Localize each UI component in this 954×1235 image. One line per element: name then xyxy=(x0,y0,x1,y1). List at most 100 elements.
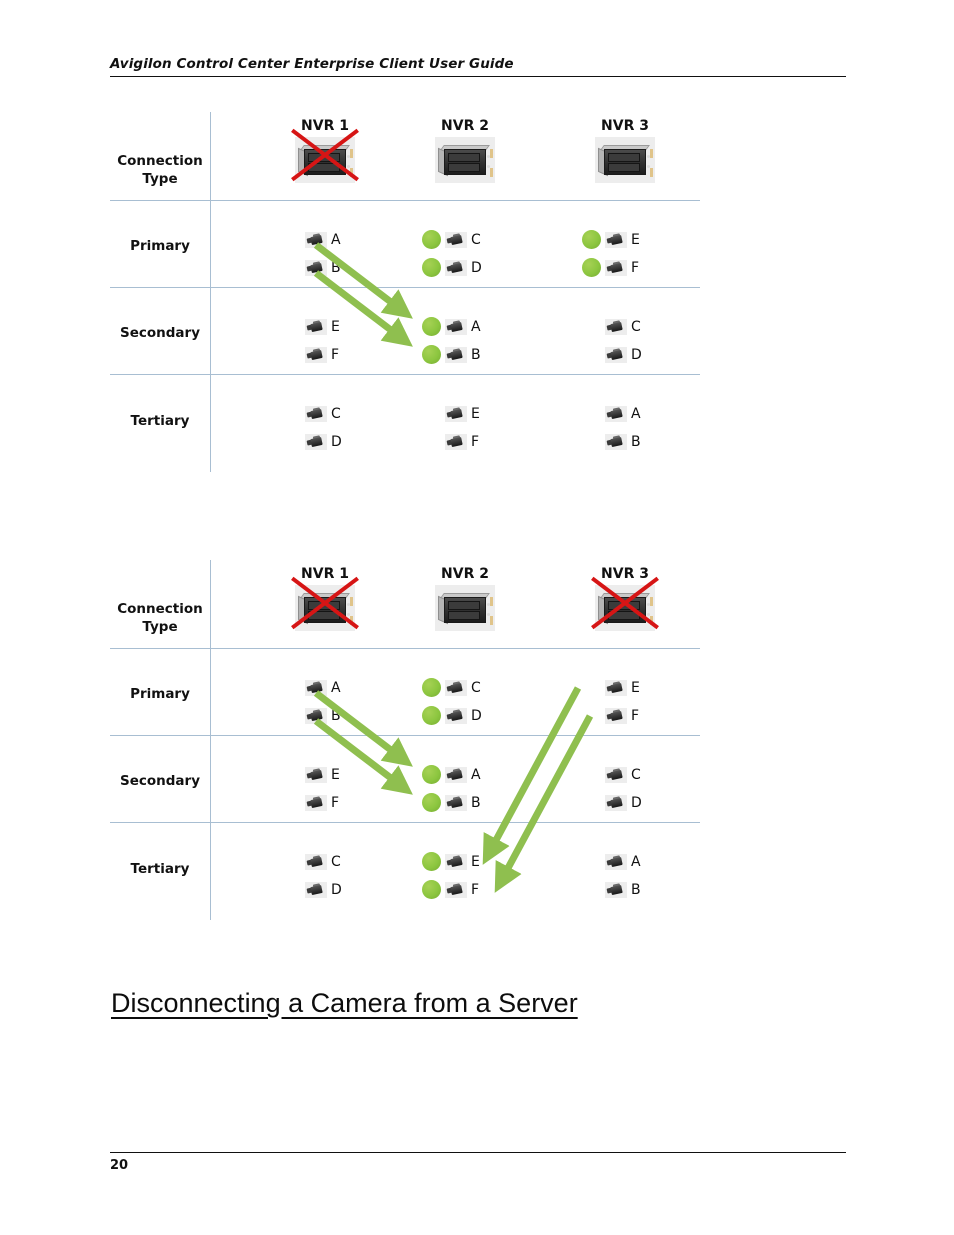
camera-entry[interactable]: C xyxy=(422,230,481,249)
server-cell-nvr-1[interactable]: NVR 1 xyxy=(250,566,400,636)
row-label-line1: Connection xyxy=(117,153,203,169)
camera-label: B xyxy=(331,259,341,276)
camera-icon xyxy=(305,853,327,870)
server-cell-nvr-1[interactable]: NVR 1 xyxy=(250,118,400,188)
camera-label: F xyxy=(631,259,640,276)
row-label-tertiary: Tertiary xyxy=(130,413,190,429)
server-icon xyxy=(295,585,355,631)
camera-entry[interactable]: A xyxy=(282,678,341,697)
server-image-wrapper xyxy=(595,137,655,183)
status-dot-connected xyxy=(422,230,441,249)
server-name-label: NVR 2 xyxy=(441,566,489,582)
camera-icon xyxy=(305,231,327,248)
camera-entry[interactable]: C xyxy=(282,852,341,871)
camera-entry[interactable]: D xyxy=(282,432,342,451)
camera-entry[interactable]: A xyxy=(422,765,481,784)
status-dot-connected xyxy=(422,678,441,697)
camera-entry[interactable]: A xyxy=(582,852,641,871)
camera-label: E xyxy=(631,231,640,248)
camera-label: F xyxy=(331,794,340,811)
camera-entry[interactable]: D xyxy=(422,706,482,725)
header-divider xyxy=(110,76,846,77)
camera-label: A xyxy=(471,766,481,783)
camera-label: C xyxy=(331,853,341,870)
camera-entry[interactable]: E xyxy=(282,765,340,784)
status-dot-placeholder xyxy=(582,317,601,336)
camera-entry[interactable]: C xyxy=(582,765,641,784)
camera-icon xyxy=(605,346,627,363)
camera-entry[interactable]: D xyxy=(582,345,642,364)
status-dot-connected xyxy=(422,765,441,784)
camera-icon xyxy=(445,679,467,696)
camera-entry[interactable]: B xyxy=(282,706,341,725)
camera-icon xyxy=(445,766,467,783)
camera-entry[interactable]: A xyxy=(422,317,481,336)
camera-entry[interactable]: C xyxy=(282,404,341,423)
camera-icon xyxy=(605,679,627,696)
camera-entry[interactable]: B xyxy=(282,258,341,277)
camera-icon xyxy=(305,707,327,724)
row-label-connection-type: Connection Type xyxy=(110,152,210,188)
camera-entry[interactable]: B xyxy=(582,880,641,899)
camera-entry[interactable]: C xyxy=(422,678,481,697)
camera-entry[interactable]: A xyxy=(282,230,341,249)
server-image-wrapper xyxy=(295,585,355,631)
camera-icon xyxy=(605,405,627,422)
camera-icon xyxy=(305,318,327,335)
camera-entry[interactable]: F xyxy=(582,258,639,277)
camera-entry[interactable]: D xyxy=(422,258,482,277)
camera-entry[interactable]: D xyxy=(282,880,342,899)
camera-icon xyxy=(445,346,467,363)
status-dot-placeholder xyxy=(282,706,301,725)
camera-entry[interactable]: B xyxy=(422,793,481,812)
camera-entry[interactable]: F xyxy=(422,880,479,899)
camera-entry[interactable]: B xyxy=(582,432,641,451)
status-dot-connected xyxy=(582,258,601,277)
document-page: Avigilon Control Center Enterprise Clien… xyxy=(0,0,954,1235)
camera-label: C xyxy=(631,766,641,783)
camera-icon xyxy=(605,231,627,248)
camera-label: F xyxy=(471,433,480,450)
camera-entry[interactable]: C xyxy=(582,317,641,336)
server-cell-nvr-2[interactable]: NVR 2 xyxy=(390,566,540,636)
grid-line-horizontal xyxy=(110,648,700,649)
camera-entry[interactable]: F xyxy=(282,793,339,812)
camera-label: D xyxy=(331,881,342,898)
camera-entry[interactable]: E xyxy=(582,678,640,697)
camera-label: B xyxy=(331,707,341,724)
camera-label: E xyxy=(331,318,340,335)
camera-label: C xyxy=(631,318,641,335)
camera-entry[interactable]: E xyxy=(422,404,480,423)
server-image-wrapper xyxy=(435,137,495,183)
camera-icon xyxy=(445,433,467,450)
server-cell-nvr-2[interactable]: NVR 2 xyxy=(390,118,540,188)
camera-entry[interactable]: F xyxy=(422,432,479,451)
server-cell-nvr-3[interactable]: NVR 3 xyxy=(550,566,700,636)
camera-entry[interactable]: E xyxy=(422,852,480,871)
camera-icon xyxy=(605,318,627,335)
status-dot-placeholder xyxy=(582,793,601,812)
camera-entry[interactable]: F xyxy=(282,345,339,364)
camera-icon xyxy=(605,433,627,450)
status-dot-placeholder xyxy=(582,765,601,784)
camera-entry[interactable]: E xyxy=(582,230,640,249)
status-dot-placeholder xyxy=(582,404,601,423)
server-icon xyxy=(295,137,355,183)
camera-entry[interactable]: B xyxy=(422,345,481,364)
footer-divider xyxy=(110,1152,846,1153)
page-footer: 20 xyxy=(110,1152,846,1173)
server-cell-nvr-3[interactable]: NVR 3 xyxy=(550,118,700,188)
camera-entry[interactable]: A xyxy=(582,404,641,423)
status-dot-placeholder xyxy=(282,317,301,336)
camera-label: E xyxy=(631,679,640,696)
camera-label: C xyxy=(471,231,481,248)
camera-entry[interactable]: E xyxy=(282,317,340,336)
grid-line-vertical xyxy=(210,112,211,472)
camera-entry[interactable]: D xyxy=(582,793,642,812)
camera-icon xyxy=(305,259,327,276)
status-dot-placeholder xyxy=(582,678,601,697)
status-dot-connected xyxy=(422,852,441,871)
status-dot-connected xyxy=(582,230,601,249)
camera-label: E xyxy=(331,766,340,783)
camera-entry[interactable]: F xyxy=(582,706,639,725)
